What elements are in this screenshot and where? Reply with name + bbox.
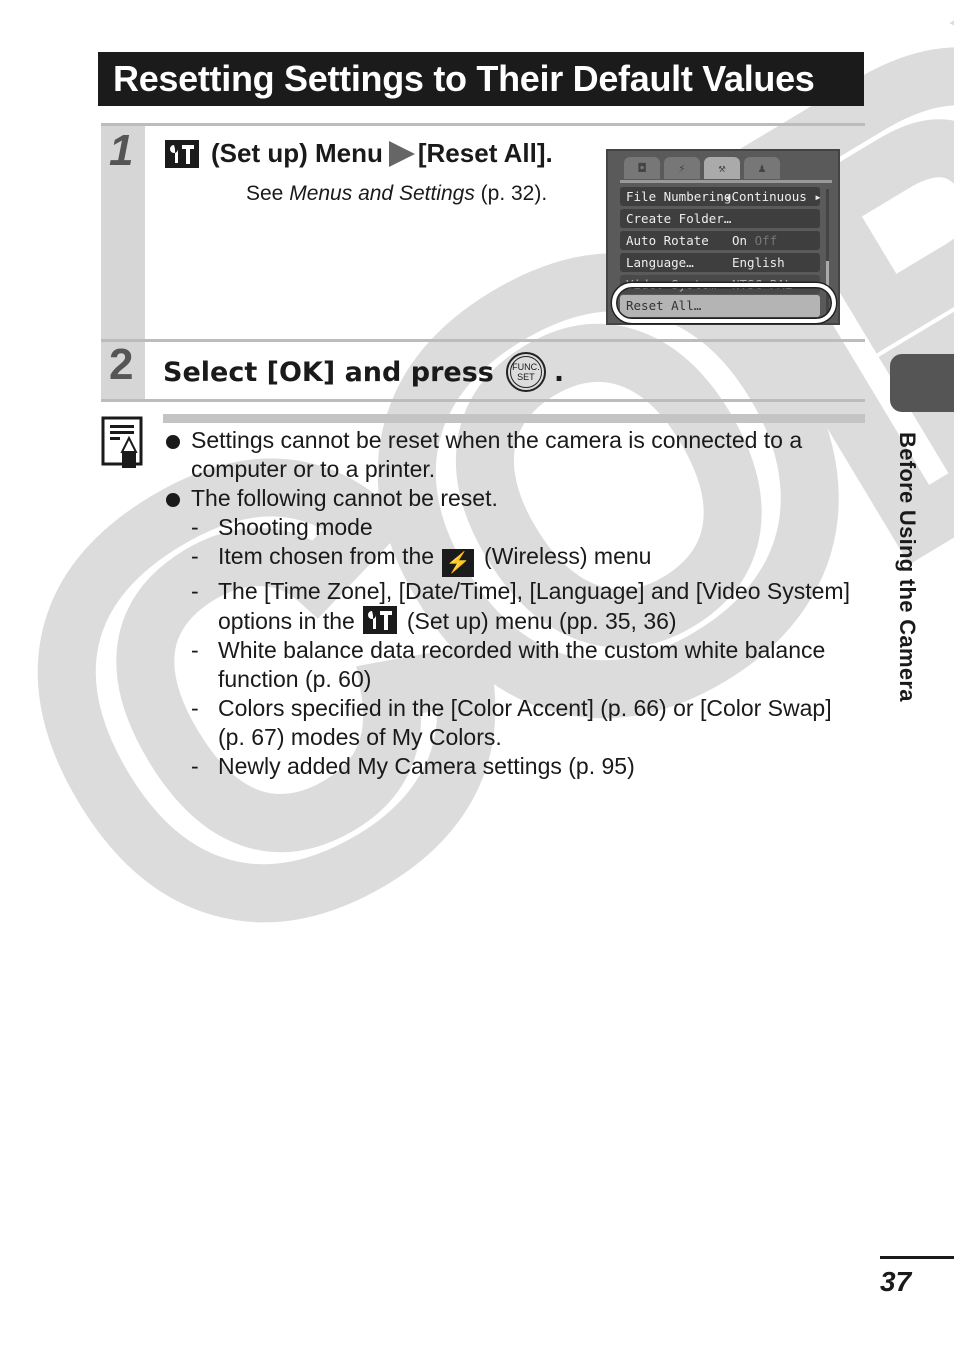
step-number: 1 [109,126,134,175]
menu-row-label: File Numbering [626,189,732,204]
page-title: Resetting Settings to Their Default Valu… [98,52,864,106]
setup-menu-icon [362,606,397,634]
menu-row-label: Create Folder… [626,211,732,226]
reference-link[interactable]: Menus and Settings [289,182,475,205]
camera-icon: ◘ [624,157,660,179]
step-number-column: 2 [101,340,145,399]
step-2-heading: Select [OK] and press FUNC. SET . [163,352,564,392]
note-bullet: The following cannot be reset. [163,484,863,513]
menu-row-value: English [732,255,785,270]
menu-row-label: Auto Rotate [626,233,709,248]
note-sub-item: Item chosen from the ⚡ (Wireless) menu [163,542,863,577]
page-number: 37 [880,1266,912,1297]
func-set-button-icon: FUNC. SET [505,352,546,392]
sub-item-text: (Set up) menu (pp. 35, 36) [406,608,677,634]
sub-item-text: (Wireless) menu [484,543,652,569]
note-sub-item: Shooting mode [163,513,863,542]
camera-menu-screenshot: ◘ ⚡ ⚒ ♟ File Numbering ◂Continuous ▸ Cre… [606,149,840,325]
chapter-label: Before Using the Camera [895,432,920,702]
wireless-icon: ⚡ [442,549,475,577]
page-number-rule [880,1256,954,1259]
menu-row-value: ◂Continuous ▸ [724,189,822,204]
reset-all-highlight-ring [612,283,836,323]
step-2: 2 Select [OK] and press FUNC. SET . [101,339,865,402]
step-number: 2 [109,340,134,389]
manual-page: Resetting Settings to Their Default Valu… [0,0,954,1350]
menu-row-language: Language… English [620,253,820,272]
menu-row-auto-rotate: Auto Rotate On Off [620,231,820,250]
func-set-label: FUNC. SET [512,362,540,382]
chapter-tab [890,354,954,412]
step-1-heading-part2: [Reset All]. [417,138,553,168]
note-bullet: Settings cannot be reset when the camera… [163,426,863,484]
setup-menu-icon [165,139,199,168]
setup-icon: ⚒ [704,157,740,179]
menu-row-label: Language… [626,255,694,270]
set-label: SET [517,372,535,382]
my-camera-icon: ♟ [744,157,780,179]
wireless-icon: ⚡ [664,157,700,179]
step-number-column: 1 [101,126,145,340]
step-1-heading: (Set up) Menu [Reset All]. [165,138,553,169]
camera-menu-tabs: ◘ ⚡ ⚒ ♟ [624,157,780,179]
sub-item-text: Item chosen from the [218,543,435,569]
menu-row-create-folder: Create Folder… [620,209,820,228]
note-sub-item: Colors specified in the [Color Accent] (… [163,694,863,752]
note-list: Settings cannot be reset when the camera… [163,426,863,781]
note-sub-item: The [Time Zone], [Date/Time], [Language]… [163,577,863,636]
reference-suffix: (p. 32). [474,182,548,205]
right-triangle-icon [388,140,415,167]
func-label: FUNC. [512,362,540,372]
step-2-heading-text: Select [OK] and press [163,356,494,388]
note-pencil-icon [101,416,143,468]
value-off: Off [754,233,778,248]
value-on: On [732,233,748,248]
note-sub-item: Newly added My Camera settings (p. 95) [163,752,863,781]
note-sub-item: White balance data recorded with the cus… [163,636,863,694]
reference-prefix: See [246,182,290,205]
menu-row-file-numbering: File Numbering ◂Continuous ▸ [620,187,822,206]
step-2-heading-period: . [553,356,565,388]
menu-row-value: On Off [732,231,777,250]
step-1-reference: See Menus and Settings (p. 32). [246,182,547,206]
tab-divider [620,180,832,183]
step-1-heading-part1: (Set up) Menu [211,138,383,168]
note-divider [163,414,865,423]
